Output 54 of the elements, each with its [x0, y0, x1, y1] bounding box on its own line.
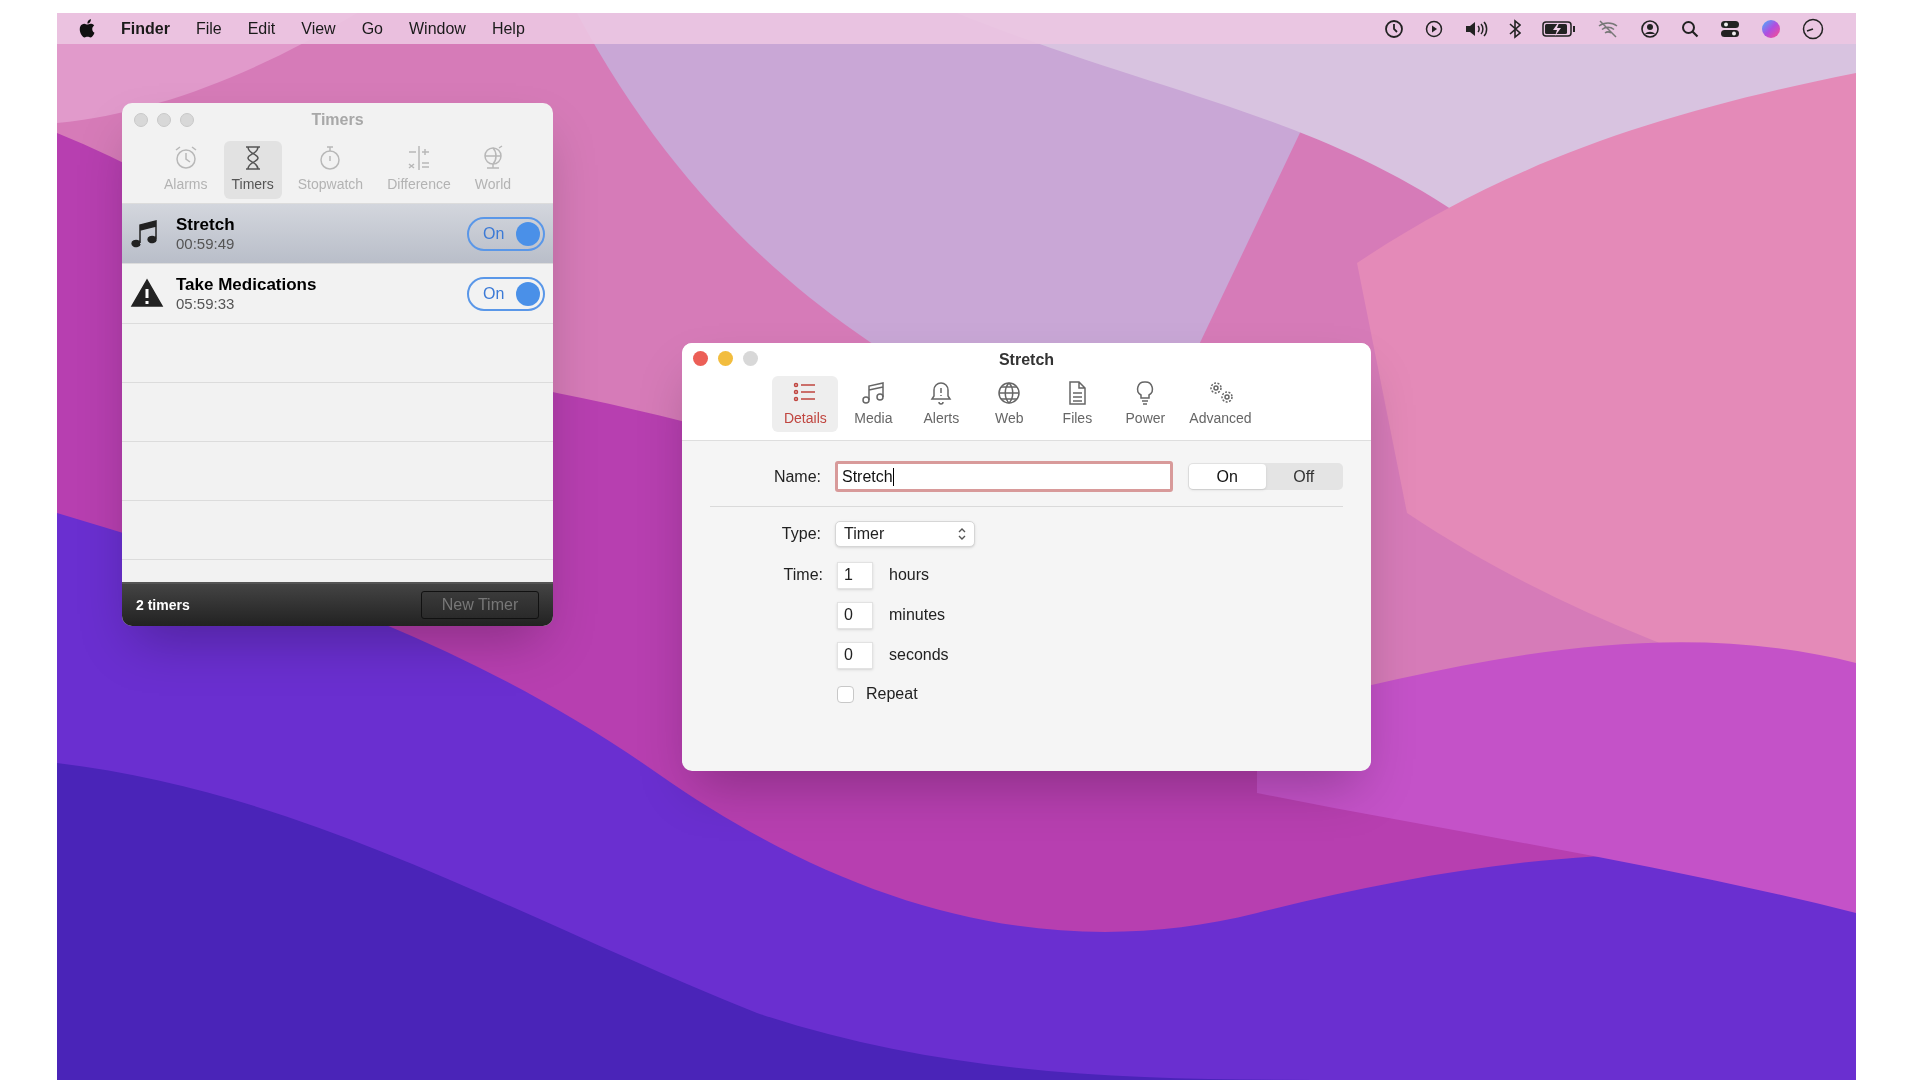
type-dropdown[interactable]: Timer [835, 521, 975, 547]
time-label: Time: [782, 565, 824, 585]
toolbar-tab[interactable]: Power [1112, 376, 1179, 432]
unit-label: minutes [889, 605, 946, 625]
timer-name: Take Medications [176, 273, 317, 295]
on-off-toggle[interactable]: On [467, 276, 545, 311]
bluetooth-icon[interactable] [1509, 18, 1521, 39]
app-menu[interactable]: Finder [121, 16, 170, 41]
toolbar-tab[interactable]: Media [840, 376, 907, 432]
timer-time: 00:59:49 [176, 234, 235, 254]
name-label: Name: [772, 466, 822, 487]
menu-item[interactable]: Help [491, 16, 525, 41]
clock-icon[interactable] [1384, 18, 1404, 39]
menu-item[interactable]: Edit [247, 16, 276, 41]
toolbar-tab[interactable]: Advanced [1180, 376, 1261, 432]
timer-name: Stretch [176, 213, 235, 235]
search-icon[interactable] [1681, 19, 1699, 38]
number-field[interactable]: 0 [837, 641, 873, 669]
close-button[interactable] [693, 350, 708, 366]
apple-icon[interactable] [79, 19, 95, 38]
repeat-label: Repeat [866, 684, 918, 704]
user-icon[interactable] [1640, 18, 1660, 39]
unit-label: seconds [889, 645, 949, 665]
volume-icon[interactable] [1464, 19, 1488, 38]
number-field[interactable]: 0 [837, 601, 873, 629]
toolbar-tab[interactable]: Web [976, 376, 1043, 432]
timer-count: 2 timers [136, 595, 190, 615]
type-label: Type: [780, 524, 822, 544]
menu-item[interactable]: File [195, 16, 222, 41]
toolbar-tab[interactable]: Files [1044, 376, 1111, 432]
unit-label: hours [889, 565, 930, 585]
battery-icon[interactable] [1542, 19, 1576, 38]
window-title: Stretch [998, 350, 1055, 370]
wifi-off-icon[interactable] [1597, 19, 1619, 38]
timer-row[interactable]: Take Medications 05:59:33 On [122, 264, 553, 324]
segment-option[interactable]: On [1189, 464, 1266, 489]
control-center-icon[interactable] [1720, 19, 1740, 38]
toolbar-tab[interactable]: Details [772, 376, 839, 432]
chevron-icon [958, 527, 966, 541]
segment-option[interactable]: Off [1265, 464, 1342, 489]
menu-item[interactable]: View [301, 16, 336, 41]
repeat-checkbox[interactable] [837, 685, 854, 703]
menu-item[interactable]: Window [409, 16, 466, 41]
toolbar-tab[interactable]: Alerts [908, 376, 975, 432]
clock-face-icon[interactable] [1802, 17, 1824, 40]
siri-icon[interactable] [1761, 18, 1781, 39]
name-field[interactable]: Stretch [835, 461, 1173, 492]
window-title: Timers [311, 110, 364, 130]
timer-row[interactable]: Stretch 00:59:49 On [122, 204, 553, 264]
number-field[interactable]: 1 [837, 561, 873, 589]
play-icon[interactable] [1425, 19, 1443, 38]
timer-time: 05:59:33 [176, 294, 236, 314]
toolbar-tab[interactable]: Timers [223, 141, 282, 199]
menu-item[interactable]: Go [361, 16, 383, 41]
